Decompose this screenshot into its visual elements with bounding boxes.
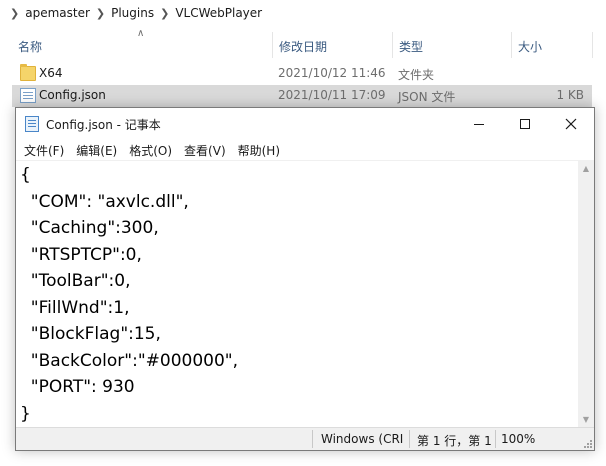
column-header-type[interactable]: 类型 — [399, 38, 423, 55]
menu-help[interactable]: 帮助(H) — [232, 142, 286, 159]
text-line: "RTSPTCP":0, — [20, 244, 142, 265]
menu-file[interactable]: 文件(F) — [18, 142, 70, 159]
window-title: Config.json - 记事本 — [46, 118, 161, 132]
close-button[interactable] — [548, 108, 594, 140]
minimize-icon — [474, 123, 484, 125]
file-size: 1 KB — [556, 88, 584, 102]
column-header-date[interactable]: 修改日期 — [279, 38, 327, 55]
notepad-app-icon[interactable] — [25, 116, 39, 132]
breadcrumb-item[interactable]: VLCWebPlayer — [175, 6, 262, 20]
file-type: 文件夹 — [398, 68, 435, 82]
cursor-position-status: 第 1 行，第 1 — [417, 434, 492, 448]
sort-ascending-icon: ∧ — [137, 28, 145, 39]
text-line: "Caching":300, — [20, 218, 159, 238]
text-line: "COM": "axvlc.dll", — [20, 191, 189, 212]
column-divider[interactable] — [592, 32, 593, 58]
file-row-config-json[interactable]: Config.json 2021/10/11 17:09 JSON 文件 1 K… — [12, 85, 592, 107]
breadcrumb-chevron-icon[interactable]: ❯ — [154, 7, 175, 20]
menu-view[interactable]: 查看(V) — [178, 142, 232, 159]
text-line: } — [20, 403, 31, 424]
status-divider — [312, 430, 313, 448]
maximize-icon — [520, 119, 530, 129]
title-bar[interactable]: Config.json - 记事本 — [16, 108, 594, 140]
minimize-button[interactable] — [456, 108, 502, 140]
file-row-x64[interactable]: X64 2021/10/12 11:46 文件夹 — [12, 63, 592, 85]
file-date: 2021/10/12 11:46 — [278, 66, 386, 80]
breadcrumb: ❯ apemaster ❯ Plugins ❯ VLCWebPlayer — [0, 0, 606, 26]
line-ending-status: Windows (CRI — [321, 432, 404, 446]
scroll-down-icon[interactable]: ▼ — [578, 411, 594, 427]
maximize-button[interactable] — [502, 108, 548, 140]
status-bar: Windows (CRI 第 1 行，第 1 100% — [16, 427, 594, 450]
text-editor[interactable]: { "COM": "axvlc.dll", "Caching":300, "RT… — [16, 160, 578, 427]
breadcrumb-item[interactable]: Plugins — [111, 6, 154, 20]
breadcrumb-chevron-icon[interactable]: ❯ — [4, 7, 25, 20]
folder-icon — [20, 64, 36, 81]
text-line: { — [20, 165, 31, 185]
close-icon — [565, 118, 577, 130]
text-line: "BackColor":"#000000", — [20, 350, 239, 371]
resize-grip-icon[interactable] — [582, 438, 592, 448]
notepad-window[interactable]: Config.json - 记事本 文件(F) 编辑(E) 格式(O) 查看(V… — [15, 107, 595, 451]
column-header-name[interactable]: 名称 — [18, 38, 42, 55]
menu-edit[interactable]: 编辑(E) — [70, 142, 123, 159]
column-divider[interactable] — [511, 32, 512, 58]
file-type: JSON 文件 — [398, 90, 456, 104]
status-divider — [495, 430, 496, 448]
breadcrumb-chevron-icon[interactable]: ❯ — [90, 7, 111, 20]
file-list-header: ∧ 名称 修改日期 类型 大小 — [0, 28, 606, 58]
zoom-status: 100% — [501, 432, 536, 446]
file-name: X64 — [39, 66, 63, 80]
text-line: "PORT": 930 — [20, 377, 135, 397]
column-header-size[interactable]: 大小 — [518, 38, 542, 55]
json-file-icon — [20, 88, 36, 103]
breadcrumb-item[interactable]: apemaster — [25, 6, 90, 20]
status-divider — [409, 430, 410, 448]
text-line: "FillWnd":1, — [20, 297, 130, 318]
menu-format[interactable]: 格式(O) — [123, 142, 178, 159]
vertical-scrollbar[interactable]: ▲ ▼ — [578, 160, 594, 427]
text-line: "BlockFlag":15, — [20, 324, 161, 344]
column-divider[interactable] — [392, 32, 393, 58]
column-divider[interactable] — [272, 32, 273, 58]
menu-bar: 文件(F) 编辑(E) 格式(O) 查看(V) 帮助(H) — [16, 140, 594, 160]
scroll-up-icon[interactable]: ▲ — [578, 160, 594, 176]
text-line: "ToolBar":0, — [20, 271, 131, 291]
file-name: Config.json — [39, 88, 106, 102]
file-date: 2021/10/11 17:09 — [278, 88, 386, 102]
